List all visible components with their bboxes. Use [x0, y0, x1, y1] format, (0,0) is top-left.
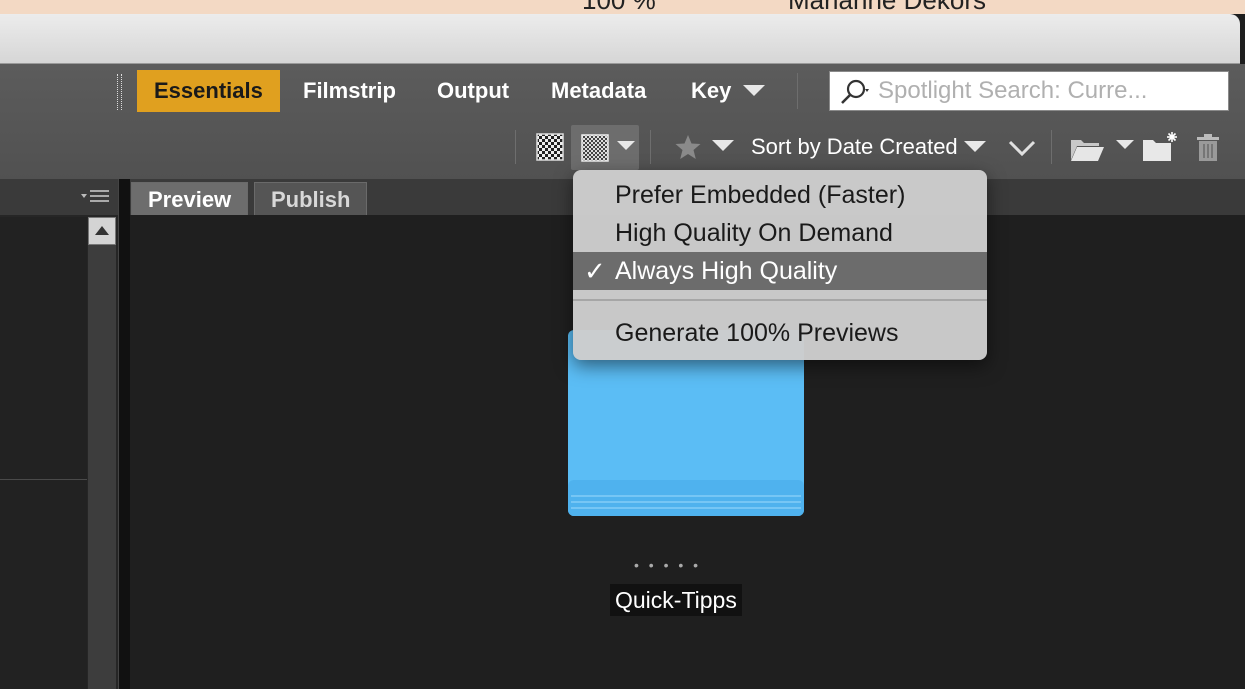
tab-preview[interactable]: Preview: [131, 182, 249, 215]
preview-quality-menu: Prefer Embedded (Faster) High Quality On…: [573, 170, 987, 360]
workspace-key[interactable]: Key: [674, 70, 782, 112]
folder-name-label[interactable]: Quick-Tipps: [610, 584, 742, 616]
toolbar-grip-handle[interactable]: [117, 74, 122, 110]
preview-quality-button[interactable]: [571, 125, 639, 170]
folders-panel: [0, 179, 118, 689]
rating-dots-text: • • • • •: [634, 557, 702, 573]
rating-dots[interactable]: • • • • •: [620, 557, 750, 577]
checker-filter-icon[interactable]: [536, 133, 564, 161]
window-title-bar[interactable]: [0, 14, 1240, 64]
sort-label: Sort by Date Created: [751, 134, 958, 159]
checkmark-icon: ✓: [584, 256, 606, 286]
spotlight-search[interactable]: [829, 71, 1229, 111]
menu-item-prefer-embedded[interactable]: Prefer Embedded (Faster): [573, 176, 987, 214]
toolbar-divider: [515, 130, 516, 164]
sort-direction-icon[interactable]: [1008, 139, 1036, 157]
workspace-essentials-label: Essentials: [154, 78, 263, 103]
menu-item-always-high-quality[interactable]: ✓ Always High Quality: [573, 252, 987, 290]
toolbar-divider: [1051, 130, 1052, 164]
panel-divider: [0, 479, 87, 480]
chevron-down-icon: [743, 85, 766, 97]
sort-menu-button[interactable]: Sort by Date Created: [751, 131, 986, 163]
menu-item-label: Prefer Embedded (Faster): [615, 181, 906, 209]
menu-item-label: Always High Quality: [615, 257, 838, 285]
chevron-down-icon: [617, 141, 635, 150]
workspace-key-label: Key: [691, 78, 732, 103]
tab-publish-label: Publish: [271, 187, 351, 212]
menu-item-label: Generate 100% Previews: [615, 319, 899, 347]
preview-quality-icon: [581, 134, 609, 162]
workspace-metadata[interactable]: Metadata: [534, 70, 663, 112]
workspace-essentials[interactable]: Essentials: [137, 70, 280, 112]
tab-preview-label: Preview: [148, 187, 232, 212]
toolbar-divider: [797, 73, 798, 109]
trash-icon[interactable]: [1195, 134, 1221, 162]
toolbar-divider: [650, 130, 651, 164]
new-folder-icon[interactable]: [1142, 131, 1180, 163]
menubar-user-name[interactable]: Marianne Dekors: [788, 0, 986, 13]
macos-menu-bar: 100 % Marianne Dekors: [0, 0, 1245, 14]
workspace-output[interactable]: Output: [420, 70, 526, 112]
workspace-filmstrip-label: Filmstrip: [303, 78, 396, 103]
folder-list[interactable]: [0, 217, 87, 689]
menu-separator: [573, 299, 987, 301]
tab-publish[interactable]: Publish: [254, 182, 368, 215]
search-input[interactable]: [878, 72, 1224, 110]
chevron-down-icon[interactable]: [1116, 140, 1134, 149]
menu-item-label: High Quality On Demand: [615, 219, 893, 247]
menu-item-high-quality-on-demand[interactable]: High Quality On Demand: [573, 214, 987, 252]
panel-splitter[interactable]: [118, 179, 130, 689]
open-folder-icon[interactable]: [1069, 134, 1105, 162]
scroll-up-arrow[interactable]: [88, 217, 116, 245]
search-icon: [841, 79, 869, 104]
star-filter-icon[interactable]: [674, 134, 702, 160]
chevron-down-icon[interactable]: [712, 140, 734, 151]
workspace-metadata-label: Metadata: [551, 78, 647, 103]
vertical-scrollbar[interactable]: [88, 217, 116, 689]
workspace-output-label: Output: [437, 78, 510, 103]
panel-menu-icon[interactable]: [80, 187, 112, 207]
workspace-filmstrip[interactable]: Filmstrip: [286, 70, 413, 112]
battery-percent: 100 %: [582, 0, 656, 13]
menu-item-generate-100-previews[interactable]: Generate 100% Previews: [573, 314, 987, 352]
chevron-down-icon: [963, 141, 986, 153]
panel-header: [0, 179, 118, 215]
